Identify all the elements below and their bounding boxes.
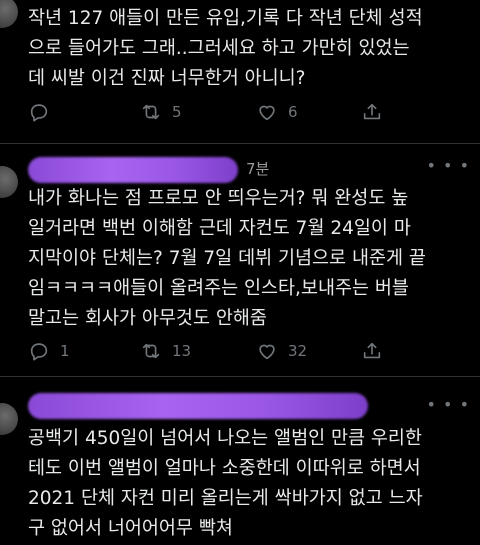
avatar[interactable]: [0, 0, 18, 28]
avatar[interactable]: [0, 166, 18, 198]
retweet-button[interactable]: 13: [140, 340, 191, 362]
reply-count: 1: [60, 342, 70, 360]
like-count: 6: [288, 103, 298, 121]
tweet-actions: 1 13 32: [28, 340, 468, 364]
heart-icon: [259, 344, 275, 360]
like-button[interactable]: 32: [256, 340, 307, 362]
heart-icon: [259, 105, 275, 121]
tweet-2[interactable]: 7분 • • • 내가 화나는 점 프로모 안 띄우는거? 뭐 완성도 높 일거…: [0, 144, 480, 376]
share-icon: [363, 342, 381, 359]
share-icon: [363, 103, 381, 120]
retweet-count: 13: [172, 342, 192, 360]
tweet-1[interactable]: 작년 127 애들이 만든 유입,기록 다 작년 단체 성적 으로 들어가도 그…: [0, 0, 480, 142]
tweet-3[interactable]: • • • 공백기 450일이 넘어서 나오는 앨범인 만큼 우리한 테도 이번…: [0, 377, 480, 545]
more-icon[interactable]: • • •: [427, 395, 470, 414]
like-count: 32: [288, 342, 308, 360]
tweet-actions: 5 6: [28, 101, 468, 125]
tweet-text: 내가 화나는 점 프로모 안 띄우는거? 뭐 완성도 높 일거라면 백번 이해함…: [28, 188, 426, 329]
retweet-count: 5: [172, 103, 182, 121]
share-button[interactable]: [361, 101, 383, 123]
tweet-time: 7분: [246, 160, 270, 178]
retweet-icon: [142, 104, 160, 120]
censored-username: [28, 157, 238, 183]
reply-button[interactable]: 1: [28, 340, 70, 362]
tweet-text: 작년 127 애들이 만든 유입,기록 다 작년 단체 성적 으로 들어가도 그…: [28, 8, 423, 89]
avatar[interactable]: [0, 403, 18, 435]
share-button[interactable]: [361, 340, 383, 362]
tweet-text: 공백기 450일이 넘어서 나오는 앨범인 만큼 우리한 테도 이번 앨범이 얼…: [28, 428, 423, 539]
reply-button[interactable]: [28, 101, 60, 123]
more-icon[interactable]: • • •: [427, 156, 470, 175]
retweet-icon: [142, 343, 160, 359]
retweet-button[interactable]: 5: [140, 101, 182, 123]
censored-username: [28, 393, 368, 419]
reply-icon: [30, 104, 48, 122]
reply-icon: [30, 343, 48, 361]
like-button[interactable]: 6: [256, 101, 298, 123]
